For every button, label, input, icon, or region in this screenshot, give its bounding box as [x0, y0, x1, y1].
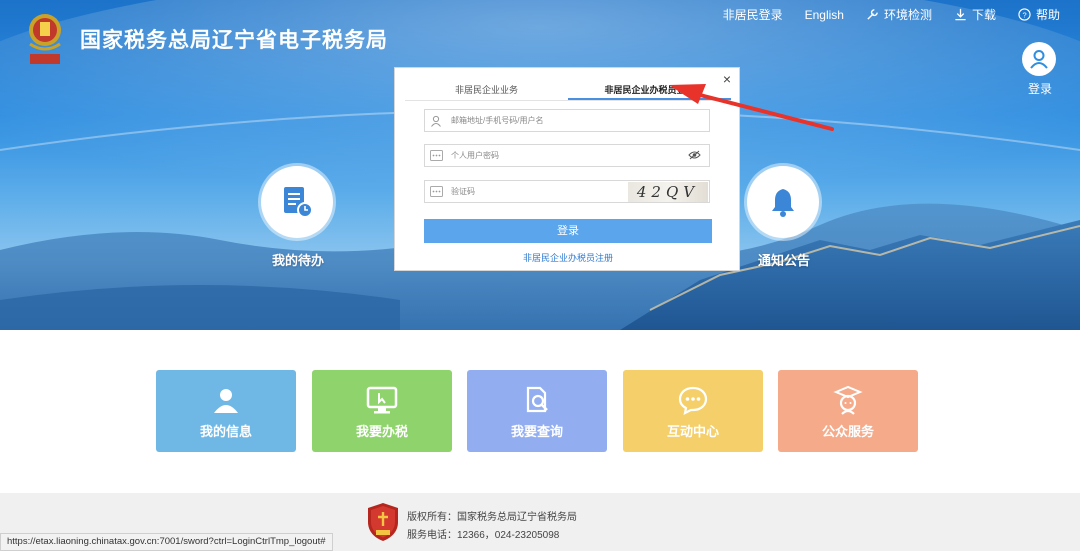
user-login-avatar[interactable]: [1022, 42, 1056, 76]
nav-help-label: 帮助: [1035, 8, 1060, 22]
download-icon: [955, 8, 966, 21]
tax-shield-badge-icon: [368, 503, 398, 541]
tile-query[interactable]: 我要查询: [467, 370, 607, 452]
my-todo-button[interactable]: [261, 166, 333, 238]
tile-tax-handling[interactable]: 我要办税: [312, 370, 452, 452]
nav-environment-check[interactable]: 环境检测: [866, 6, 932, 23]
login-button[interactable]: 登录: [424, 219, 712, 243]
bell-icon: [772, 189, 794, 217]
help-icon: ?: [1018, 8, 1031, 21]
graduate-icon: [832, 383, 864, 417]
notice-button[interactable]: [747, 166, 819, 238]
tile-interaction-center[interactable]: 互动中心: [623, 370, 763, 452]
register-link[interactable]: 非居民企业办税员注册: [395, 251, 741, 264]
tab-nonresident-taxpayer-login[interactable]: 非居民企业办税员登录: [568, 80, 731, 100]
username-placeholder: 邮箱地址/手机号码/用户名: [451, 116, 544, 125]
tab-nonresident-business[interactable]: 非居民企业业务: [405, 80, 568, 100]
username-field[interactable]: 邮箱地址/手机号码/用户名: [424, 109, 710, 132]
nav-nonresident-login[interactable]: 非居民登录: [723, 6, 783, 23]
captcha-image[interactable]: 42QV: [628, 182, 708, 202]
login-modal: × 非居民企业业务 非居民企业办税员登录 邮箱地址/手机号码/用户名 个人用户密…: [394, 67, 740, 271]
chat-icon: [677, 383, 709, 417]
svg-text:?: ?: [1022, 10, 1026, 19]
nav-environment-check-label: 环境检测: [883, 8, 932, 22]
login-tabs: 非居民企业业务 非居民企业办税员登录: [405, 80, 731, 101]
captcha-placeholder: 验证码: [451, 187, 475, 196]
nav-download-label: 下载: [971, 8, 996, 22]
tile-query-label: 我要查询: [510, 423, 563, 439]
footer-copyright: 版权所有：国家税务总局辽宁省税务局: [407, 512, 577, 523]
captcha-field[interactable]: 验证码 42QV: [424, 180, 710, 203]
tile-tax-handling-label: 我要办税: [355, 423, 408, 439]
top-navigation: 非居民登录 English 环境检测 下载 ? 帮助: [723, 6, 1060, 23]
user-icon: [211, 383, 241, 417]
todo-list-icon: [284, 187, 313, 218]
password-icon: [425, 150, 447, 161]
nav-help[interactable]: ? 帮助: [1018, 6, 1060, 23]
tile-public-service-label: 公众服务: [821, 423, 874, 439]
wrench-icon: [867, 9, 878, 20]
header-login-label[interactable]: 登录: [1028, 80, 1052, 97]
nav-download[interactable]: 下载: [954, 6, 996, 23]
nav-english[interactable]: English: [805, 6, 844, 23]
tile-my-info-label: 我的信息: [199, 423, 252, 439]
notice-label: 通知公告: [758, 253, 811, 268]
captcha-input-icon: [425, 186, 447, 197]
tile-my-info[interactable]: 我的信息: [156, 370, 296, 452]
site-title: 国家税务总局辽宁省电子税务局: [80, 29, 388, 52]
user-icon: [1030, 50, 1048, 69]
password-field[interactable]: 个人用户密码: [424, 144, 710, 167]
user-outline-icon: [425, 115, 447, 127]
password-placeholder: 个人用户密码: [451, 151, 499, 160]
monitor-icon: [366, 383, 398, 417]
my-todo-label: 我的待办: [272, 253, 325, 268]
nav-english-label: English: [804, 7, 844, 22]
tile-interaction-center-label: 互动中心: [666, 423, 719, 439]
tax-bureau-emblem-icon: [29, 14, 61, 64]
tile-public-service[interactable]: 公众服务: [778, 370, 918, 452]
footer-phone: 服务电话：12366，024-23205098: [407, 530, 560, 541]
nav-nonresident-login-label: 非居民登录: [722, 8, 783, 22]
search-doc-icon: [522, 383, 552, 417]
browser-status-url: https://etax.liaoning.chinatax.gov.cn:70…: [0, 533, 333, 551]
eye-hidden-icon[interactable]: [688, 150, 701, 160]
